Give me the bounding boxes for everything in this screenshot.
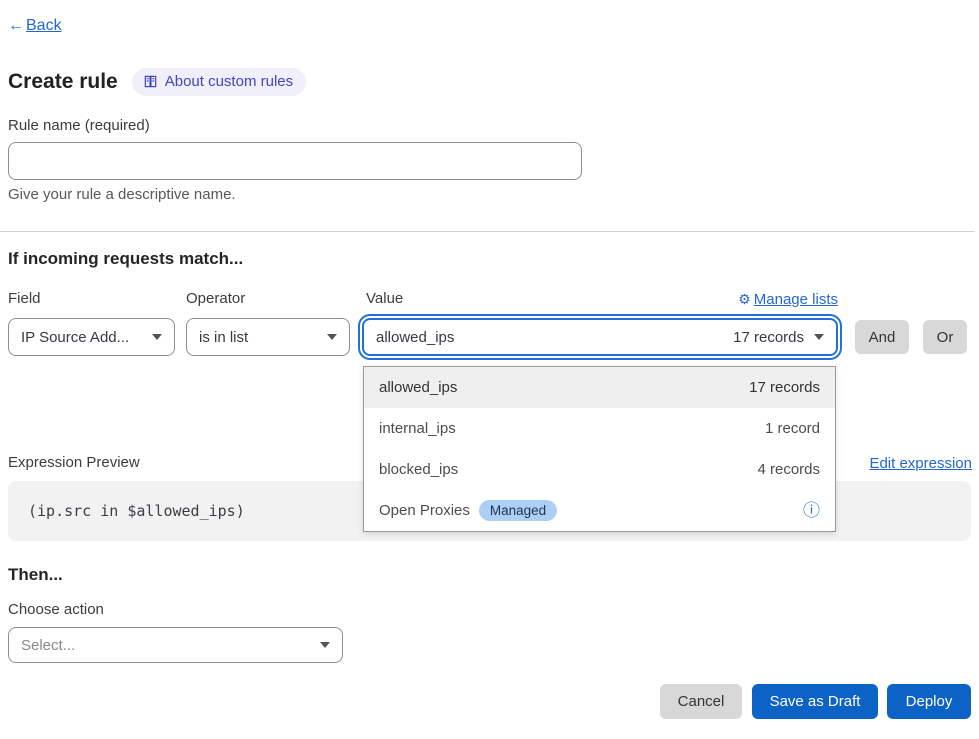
- value-dropdown-menu: allowed_ips 17 records internal_ips 1 re…: [363, 366, 836, 532]
- chevron-down-icon: [320, 642, 330, 648]
- operator-select[interactable]: is in list: [186, 318, 350, 356]
- then-section-heading: Then...: [8, 565, 63, 585]
- expression-preview-label: Expression Preview: [8, 454, 140, 471]
- gear-icon: ⚙: [738, 291, 751, 307]
- operator-select-value: is in list: [199, 329, 317, 346]
- list-name: blocked_ips: [379, 461, 757, 478]
- managed-badge: Managed: [479, 500, 557, 521]
- about-badge-label: About custom rules: [165, 73, 293, 90]
- field-select-value: IP Source Add...: [21, 329, 142, 346]
- cancel-button[interactable]: Cancel: [660, 684, 742, 719]
- page-title: Create rule: [8, 70, 118, 94]
- section-divider: [0, 231, 974, 232]
- manage-lists-label: Manage lists: [754, 291, 838, 308]
- manage-lists-link[interactable]: ⚙Manage lists: [363, 291, 838, 308]
- match-section-heading: If incoming requests match...: [8, 249, 243, 269]
- list-name: Open Proxies: [379, 502, 470, 519]
- field-label: Field: [8, 290, 41, 307]
- rule-name-helper-text: Give your rule a descriptive name.: [8, 186, 236, 203]
- operator-label: Operator: [186, 290, 245, 307]
- create-rule-page: ←Back Create rule About custom rules Rul…: [0, 0, 979, 739]
- back-link-label: Back: [26, 17, 62, 34]
- book-icon: [143, 74, 158, 89]
- list-name: allowed_ips: [379, 379, 749, 396]
- back-link[interactable]: ←Back: [8, 17, 62, 35]
- dropdown-option-allowed-ips[interactable]: allowed_ips 17 records: [364, 367, 835, 408]
- choose-action-label: Choose action: [8, 601, 104, 618]
- list-record-count: 1 record: [765, 420, 820, 437]
- field-select[interactable]: IP Source Add...: [8, 318, 175, 356]
- list-record-count: 4 records: [757, 461, 820, 478]
- edit-expression-label: Edit expression: [869, 455, 972, 472]
- value-select[interactable]: allowed_ips 17 records: [362, 318, 838, 356]
- back-arrow-icon: ←: [8, 17, 24, 34]
- chevron-down-icon: [152, 334, 162, 340]
- about-custom-rules-link[interactable]: About custom rules: [132, 68, 306, 96]
- rule-name-input[interactable]: [8, 142, 582, 180]
- deploy-button[interactable]: Deploy: [887, 684, 971, 719]
- list-record-count: 17 records: [749, 379, 820, 396]
- and-button[interactable]: And: [855, 320, 909, 354]
- rule-name-label: Rule name (required): [8, 117, 150, 134]
- value-select-value: allowed_ips: [376, 329, 721, 346]
- dropdown-option-open-proxies[interactable]: Open Proxies Managed ⓘ: [364, 490, 835, 531]
- dropdown-option-blocked-ips[interactable]: blocked_ips 4 records: [364, 449, 835, 490]
- info-icon[interactable]: ⓘ: [803, 502, 820, 519]
- chevron-down-icon: [327, 334, 337, 340]
- chevron-down-icon: [814, 334, 824, 340]
- value-select-record-count: 17 records: [733, 329, 804, 346]
- expression-code: (ip.src in $allowed_ips): [28, 502, 245, 520]
- save-as-draft-button[interactable]: Save as Draft: [752, 684, 878, 719]
- title-row: Create rule About custom rules: [8, 68, 306, 96]
- action-select-placeholder: Select...: [21, 637, 310, 654]
- list-name: internal_ips: [379, 420, 765, 437]
- dropdown-option-internal-ips[interactable]: internal_ips 1 record: [364, 408, 835, 449]
- action-select[interactable]: Select...: [8, 627, 343, 663]
- or-button[interactable]: Or: [923, 320, 967, 354]
